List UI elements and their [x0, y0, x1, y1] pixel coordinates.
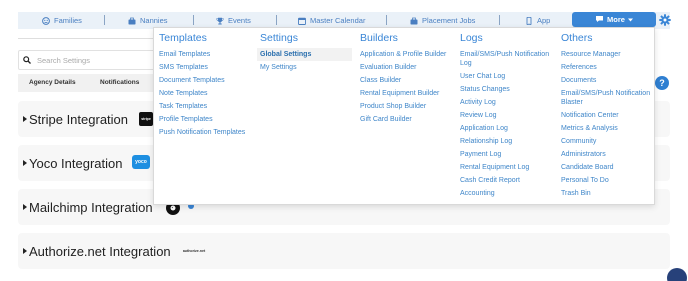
menu-item-my-settings[interactable]: My Settings: [260, 63, 352, 72]
menu-column-others: Others Resource Manager References Docum…: [561, 32, 653, 202]
briefcase-icon: [128, 17, 136, 25]
calendar-icon: [298, 17, 306, 25]
menu-heading-builders: Builders: [360, 32, 398, 44]
more-dropdown-menu: Templates Email Templates SMS Templates …: [153, 27, 655, 205]
menu-item-push-notification-templates[interactable]: Push Notification Templates: [159, 128, 254, 137]
caret-right-icon: [23, 160, 27, 166]
search-icon: [23, 51, 31, 69]
authorize-net-logo: authorize.net: [182, 249, 206, 253]
menu-item-notification-center[interactable]: Notification Center: [561, 111, 653, 120]
nav-placement-jobs-label: Placement Jobs: [422, 16, 476, 25]
menu-item-email-templates[interactable]: Email Templates: [159, 50, 254, 59]
menu-item-activity-log[interactable]: Activity Log: [460, 98, 554, 107]
briefcase-icon: [410, 17, 418, 25]
menu-heading-others: Others: [561, 32, 593, 44]
yoco-logo: yoco: [132, 155, 150, 169]
menu-item-administrators[interactable]: Administrators: [561, 150, 653, 159]
menu-heading-logs: Logs: [460, 32, 483, 44]
chat-icon: [595, 15, 604, 25]
menu-item-metrics-analysis[interactable]: Metrics & Analysis: [561, 124, 653, 133]
nav-divider: [386, 15, 387, 25]
search-input[interactable]: [37, 55, 147, 65]
nav-divider: [276, 15, 277, 25]
authorize-net-integration-card[interactable]: Authorize.net Integration authorize.net: [18, 233, 670, 269]
settings-search[interactable]: [18, 50, 158, 70]
menu-item-task-templates[interactable]: Task Templates: [159, 102, 254, 111]
nav-families-label: Families: [54, 16, 82, 25]
menu-item-sms-templates[interactable]: SMS Templates: [159, 63, 254, 72]
trophy-icon: [216, 17, 224, 25]
nav-app-label: App: [537, 16, 551, 25]
stripe-logo: stripe: [139, 112, 153, 126]
menu-item-personal-to-do[interactable]: Personal To Do: [561, 176, 653, 185]
settings-tabs: Agency Details Notifications: [18, 74, 158, 92]
gear-icon[interactable]: [659, 13, 671, 26]
menu-item-resource-manager[interactable]: Resource Manager: [561, 50, 653, 59]
menu-column-settings: Settings Global Settings My Settings: [257, 32, 352, 76]
card-title: Authorize.net Integration: [29, 243, 171, 259]
menu-item-application-log[interactable]: Application Log: [460, 124, 554, 133]
nav-nannies-label: Nannies: [140, 16, 168, 25]
menu-item-profile-templates[interactable]: Profile Templates: [159, 115, 254, 124]
menu-item-class-builder[interactable]: Class Builder: [360, 76, 454, 85]
menu-heading-settings: Settings: [260, 32, 298, 44]
nav-divider: [104, 15, 105, 25]
tab-agency-details[interactable]: Agency Details: [29, 79, 76, 86]
chat-launcher-icon[interactable]: [667, 268, 687, 281]
nav-divider: [499, 15, 500, 25]
nav-master-calendar-label: Master Calendar: [310, 16, 366, 25]
nav-divider: [193, 15, 194, 25]
divider: [18, 38, 168, 39]
menu-item-rental-equipment-log[interactable]: Rental Equipment Log: [460, 163, 554, 172]
menu-item-documents[interactable]: Documents: [561, 76, 653, 85]
menu-item-trash-bin[interactable]: Trash Bin: [561, 189, 653, 198]
card-title: Yoco Integration: [29, 155, 123, 171]
menu-item-status-changes[interactable]: Status Changes: [460, 85, 554, 94]
menu-item-global-settings[interactable]: Global Settings: [257, 48, 352, 61]
menu-item-candidate-board[interactable]: Candidate Board: [561, 163, 653, 172]
menu-item-user-chat-log[interactable]: User Chat Log: [460, 72, 554, 81]
more-button-label: More: [607, 15, 625, 24]
menu-column-builders: Builders Application & Profile Builder E…: [360, 32, 454, 128]
caret-right-icon: [23, 116, 27, 122]
menu-item-evaluation-builder[interactable]: Evaluation Builder: [360, 63, 454, 72]
menu-item-community[interactable]: Community: [561, 137, 653, 146]
menu-item-references[interactable]: References: [561, 63, 653, 72]
nav-families[interactable]: Families: [42, 12, 82, 29]
menu-item-payment-log[interactable]: Payment Log: [460, 150, 554, 159]
more-menu-button[interactable]: More: [572, 12, 656, 27]
help-icon[interactable]: ?: [655, 76, 669, 90]
menu-column-templates: Templates Email Templates SMS Templates …: [159, 32, 254, 141]
card-title: Stripe Integration: [29, 111, 129, 127]
menu-item-review-log[interactable]: Review Log: [460, 111, 554, 120]
caret-down-icon: [627, 15, 633, 24]
menu-item-rental-equipment-builder[interactable]: Rental Equipment Builder: [360, 89, 454, 98]
menu-item-gift-card-builder[interactable]: Gift Card Builder: [360, 115, 454, 124]
menu-item-cash-credit-report[interactable]: Cash Credit Report: [460, 176, 554, 185]
card-title: Mailchimp Integration: [29, 199, 153, 215]
menu-column-logs: Logs Email/SMS/Push Notification Log Use…: [460, 32, 554, 202]
menu-heading-templates: Templates: [159, 32, 207, 44]
menu-item-accounting[interactable]: Accounting: [460, 189, 554, 198]
tab-notifications[interactable]: Notifications: [100, 79, 139, 86]
phone-icon: [525, 16, 533, 25]
nav-events-label: Events: [228, 16, 251, 25]
menu-item-note-templates[interactable]: Note Templates: [159, 89, 254, 98]
caret-right-icon: [23, 248, 27, 254]
menu-item-document-templates[interactable]: Document Templates: [159, 76, 254, 85]
menu-item-application-profile-builder[interactable]: Application & Profile Builder: [360, 50, 454, 59]
menu-item-email-sms-push-log[interactable]: Email/SMS/Push Notification Log: [460, 50, 554, 68]
menu-item-notification-blaster[interactable]: Email/SMS/Push Notification Blaster: [561, 89, 653, 107]
menu-item-product-shop-builder[interactable]: Product Shop Builder: [360, 102, 454, 111]
menu-item-relationship-log[interactable]: Relationship Log: [460, 137, 554, 146]
caret-right-icon: [23, 204, 27, 210]
families-icon: [42, 16, 50, 25]
